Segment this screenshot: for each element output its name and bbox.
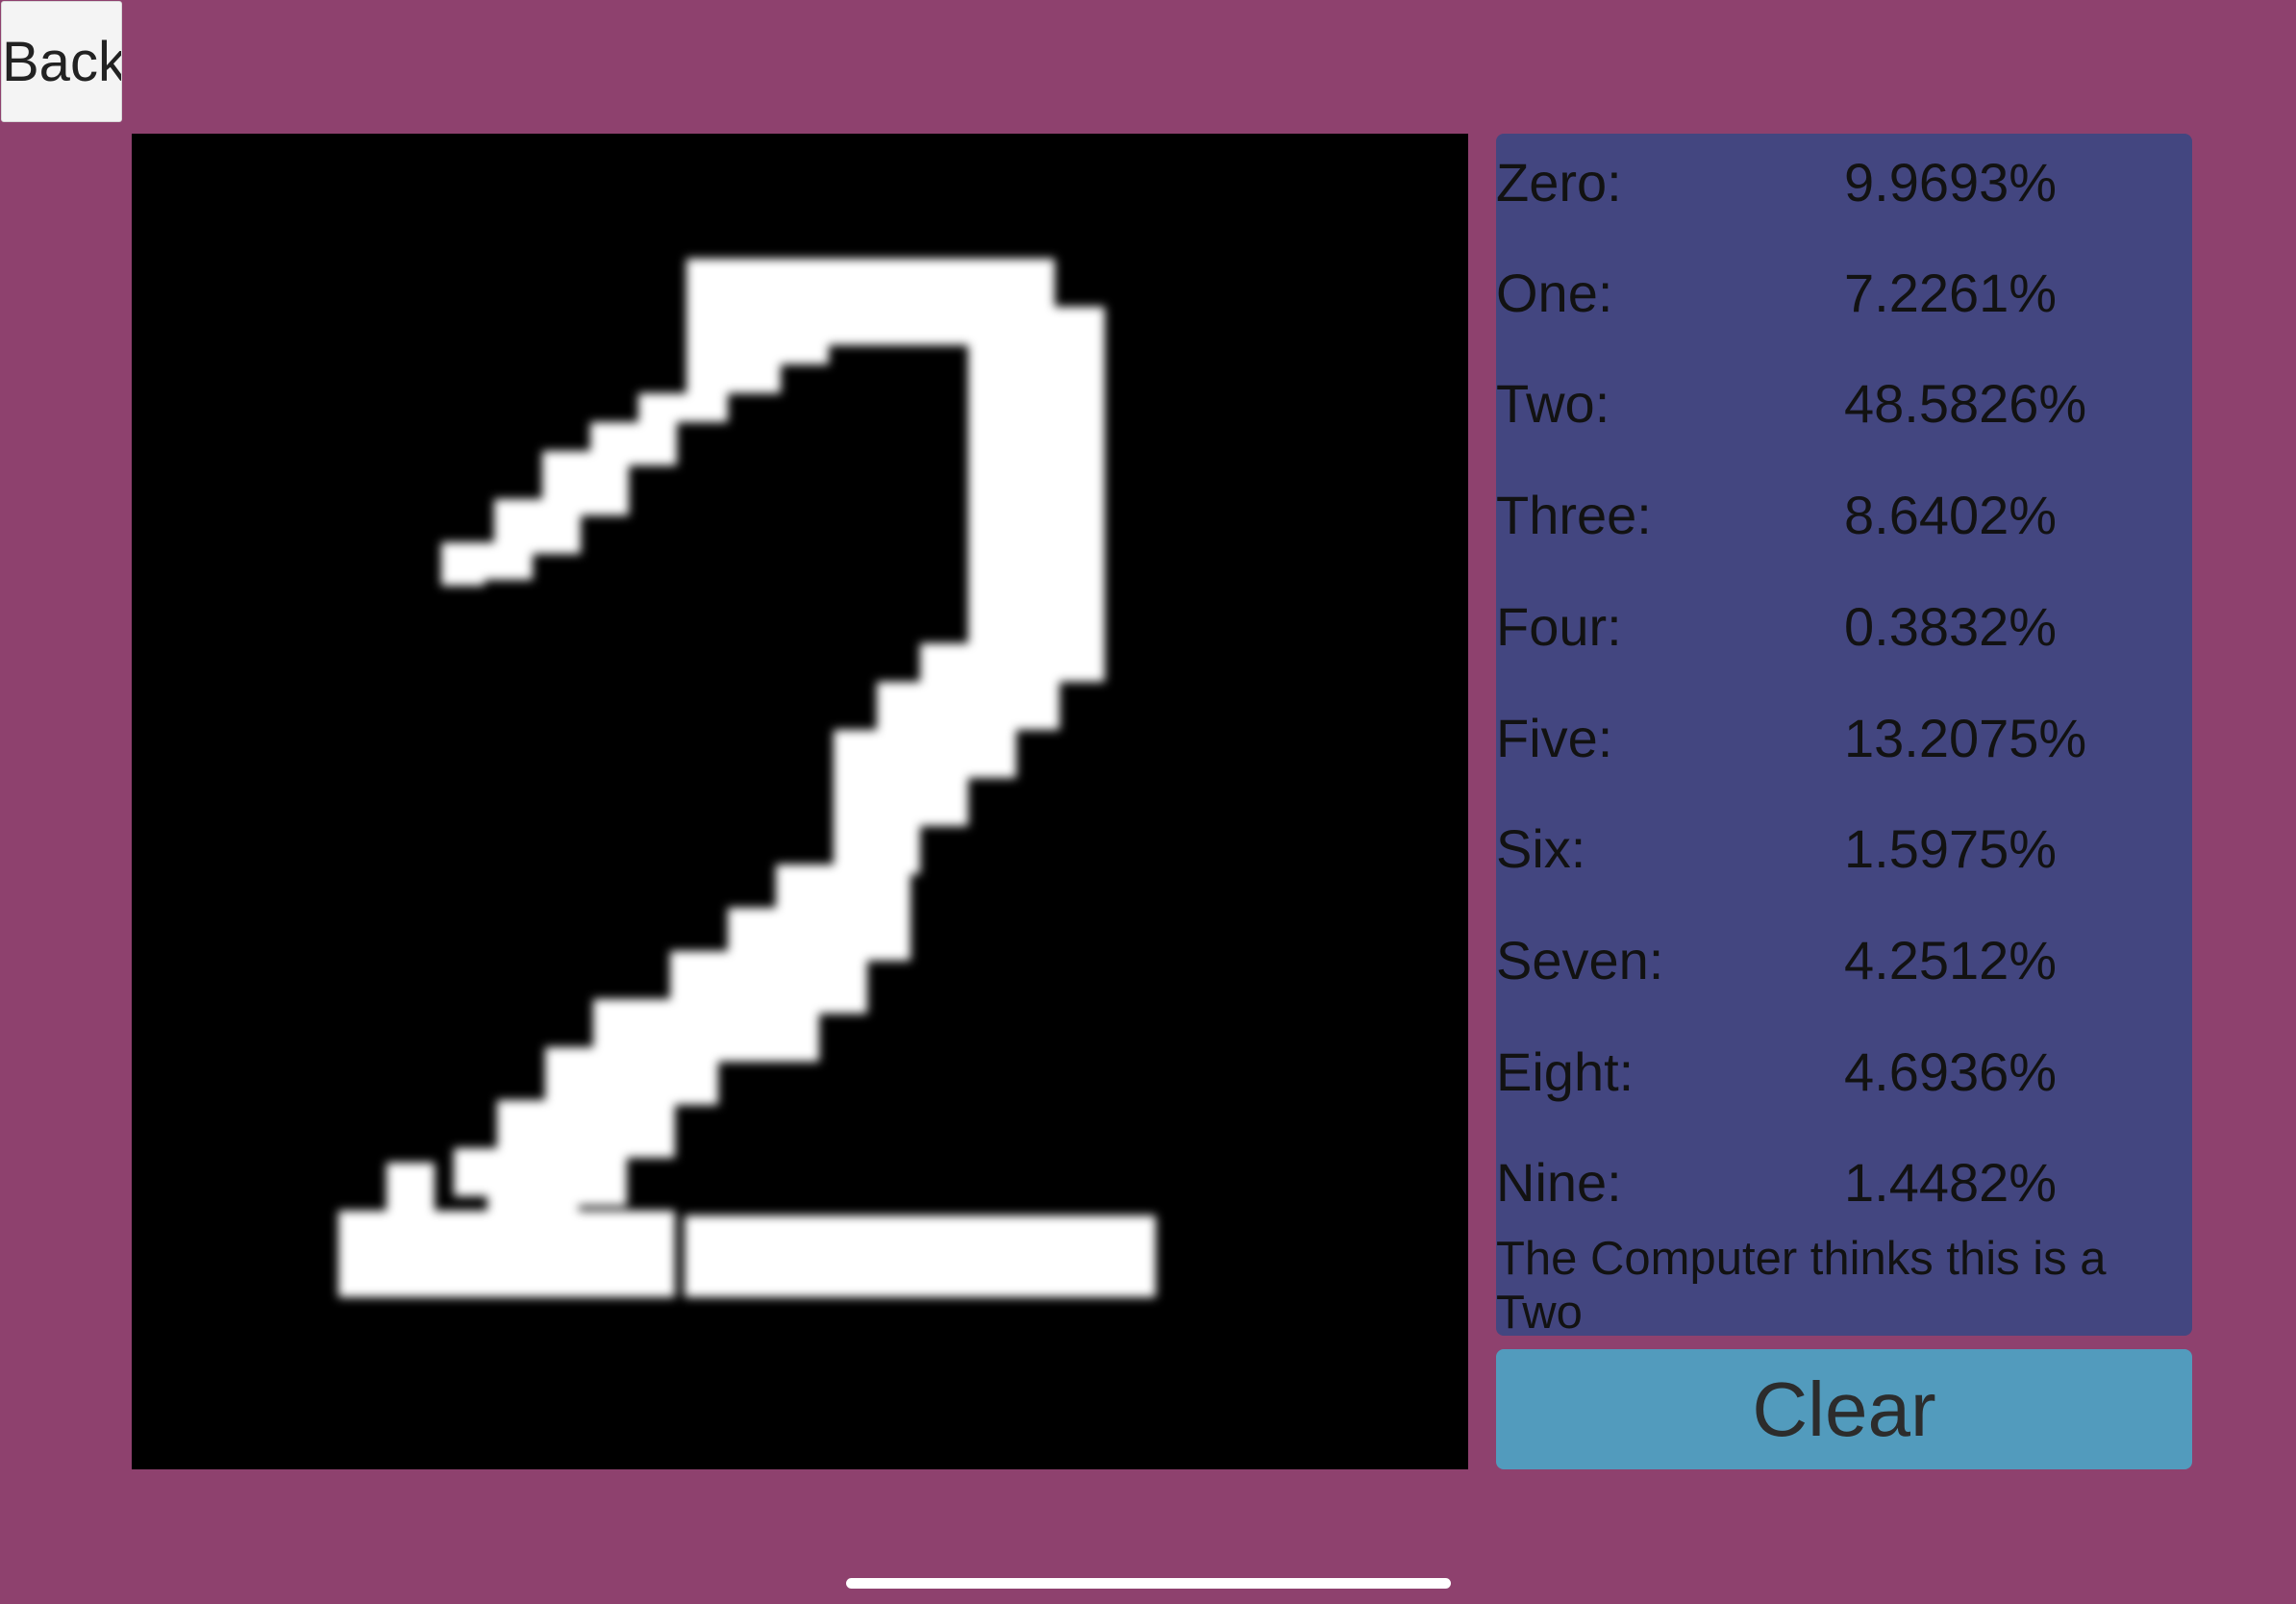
prediction-label: Six:	[1496, 818, 1586, 879]
prediction-label: Two:	[1496, 373, 1610, 434]
prediction-value: 48.5826%	[1844, 373, 2087, 434]
prediction-value: 4.2512%	[1844, 930, 2058, 990]
prediction-value: 7.2261%	[1844, 263, 2058, 323]
prediction-row-six: Six: 1.5975%	[1496, 800, 2192, 912]
prediction-label: Eight:	[1496, 1041, 1635, 1102]
prediction-label: Seven:	[1496, 930, 1664, 990]
prediction-row-one: One: 7.2261%	[1496, 244, 2192, 356]
digit-recognizer-screen: Back Zero: 9.9693% One: 7.2261% Two: 48.…	[0, 0, 2296, 1604]
prediction-row-seven: Seven: 4.2512%	[1496, 912, 2192, 1023]
clear-button[interactable]: Clear	[1496, 1349, 2192, 1469]
prediction-label: Four:	[1496, 596, 1622, 657]
prediction-label: Zero:	[1496, 152, 1622, 213]
prediction-row-four: Four: 0.3832%	[1496, 578, 2192, 689]
prediction-label: Nine:	[1496, 1152, 1622, 1213]
prediction-label: One:	[1496, 263, 1613, 323]
prediction-value: 13.2075%	[1844, 708, 2087, 768]
prediction-value: 0.3832%	[1844, 596, 2058, 657]
prediction-row-three: Three: 8.6402%	[1496, 466, 2192, 578]
prediction-row-eight: Eight: 4.6936%	[1496, 1023, 2192, 1135]
prediction-value: 9.9693%	[1844, 152, 2058, 213]
prediction-row-two: Two: 48.5826%	[1496, 355, 2192, 466]
prediction-panel: Zero: 9.9693% One: 7.2261% Two: 48.5826%…	[1496, 134, 2192, 1336]
prediction-value: 4.6936%	[1844, 1041, 2058, 1102]
drawn-digit-two	[338, 259, 1156, 1297]
prediction-label: Three:	[1496, 485, 1652, 545]
prediction-row-zero: Zero: 9.9693%	[1496, 134, 2192, 245]
prediction-row-five: Five: 13.2075%	[1496, 689, 2192, 801]
prediction-verdict: The Computer thinks this is a Two	[1496, 1233, 2107, 1336]
prediction-row-nine: Nine: 1.4482%	[1496, 1134, 2192, 1245]
prediction-value: 1.5975%	[1844, 818, 2058, 879]
prediction-label: Five:	[1496, 708, 1613, 768]
home-indicator[interactable]	[846, 1578, 1451, 1589]
prediction-value: 1.4482%	[1844, 1152, 2058, 1213]
prediction-value: 8.6402%	[1844, 485, 2058, 545]
back-button[interactable]: Back	[1, 1, 122, 122]
drawing-canvas[interactable]	[132, 134, 1468, 1469]
